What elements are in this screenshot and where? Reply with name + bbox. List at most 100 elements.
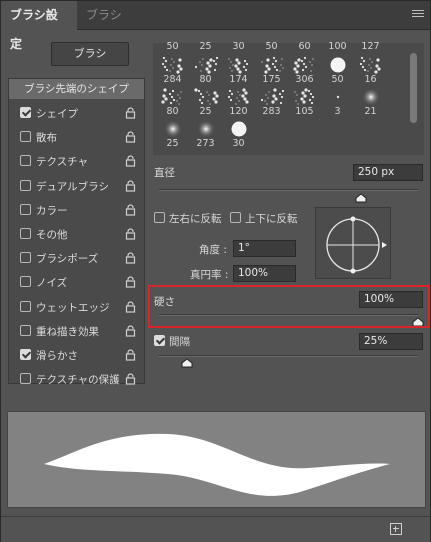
diameter-slider-knob[interactable] <box>355 193 367 203</box>
lock-icon[interactable] <box>125 276 136 288</box>
brush-preset[interactable]: 50 <box>321 50 354 85</box>
splatter-brush-icon <box>294 88 315 105</box>
lock-icon[interactable] <box>125 155 136 167</box>
brushes-button[interactable]: ブラシ <box>51 42 129 66</box>
preset-size: 283 <box>262 106 281 117</box>
diameter-field[interactable]: 250 px <box>353 164 423 181</box>
option-checkbox[interactable] <box>20 203 31 215</box>
splatter-brush-icon <box>359 56 381 74</box>
brush-stroke-preview <box>7 411 426 508</box>
lock-icon[interactable] <box>125 349 136 361</box>
option-label: 重ね描き効果 <box>36 325 99 338</box>
brush-option-item[interactable]: シェイプ <box>9 101 144 125</box>
option-checkbox[interactable] <box>20 300 31 312</box>
lock-icon[interactable] <box>125 252 136 264</box>
brush-option-item[interactable]: デュアルブラシ <box>9 174 144 198</box>
lock-icon[interactable] <box>125 373 136 385</box>
brush-settings-panel: ブラシ設定 ブラシ ブラシ ブラシ先端のシェイプ シェイプ散布 テクスチャデュアル… <box>0 0 431 542</box>
soft-round-brush-icon <box>362 88 380 106</box>
splatter-brush-icon <box>261 56 284 74</box>
presets-scrollbar[interactable] <box>410 53 417 123</box>
brush-presets-grid: 50 25 30 50 60 100 127 284 80 174 175 306 50 16 80 25 12… <box>153 41 424 155</box>
hard-round-brush-icon <box>231 121 247 137</box>
flip-y-checkbox[interactable] <box>230 212 241 223</box>
option-label: シェイプ <box>36 108 78 120</box>
option-checkbox[interactable] <box>20 155 31 167</box>
panel-menu-icon[interactable] <box>412 10 424 20</box>
preset-size: 3 <box>334 106 341 117</box>
lock-icon[interactable] <box>125 228 136 240</box>
brush-options-list: ブラシ先端のシェイプ シェイプ散布 テクスチャデュアルブラシカラー その他 ブラシポー… <box>8 78 145 386</box>
soft-round-brush-icon <box>197 120 215 138</box>
option-checkbox[interactable] <box>20 107 31 118</box>
brush-option-item[interactable]: ノイズ <box>9 270 144 294</box>
lock-icon[interactable] <box>125 131 136 143</box>
brush-preset[interactable]: 80 <box>189 50 222 85</box>
roundness-field[interactable]: 100% <box>233 265 296 282</box>
brush-preset[interactable]: 16 <box>354 50 387 85</box>
brush-option-item[interactable]: カラー <box>9 198 144 222</box>
brush-option-item[interactable]: その他 <box>9 222 144 246</box>
spacing-field[interactable]: 25% <box>359 333 423 350</box>
brush-preset[interactable]: 284 <box>156 50 189 85</box>
spacing-checkbox[interactable] <box>154 335 165 346</box>
angle-field[interactable]: 1° <box>233 240 296 257</box>
brush-preset[interactable]: 174 <box>222 50 255 85</box>
option-label: テクスチャの保護 <box>36 374 120 387</box>
option-label: デュアルブラシ <box>36 180 109 193</box>
option-checkbox[interactable] <box>20 276 31 288</box>
lock-icon[interactable] <box>125 325 136 337</box>
option-checkbox[interactable] <box>20 252 31 264</box>
brush-preset[interactable]: 25 <box>156 114 189 149</box>
brush-preset[interactable]: 120 <box>222 82 255 117</box>
splatter-brush-icon <box>260 88 285 105</box>
brush-option-item[interactable]: 重ね描き効果 <box>9 319 144 343</box>
splatter-brush-icon <box>293 56 314 74</box>
flip-x-checkbox[interactable] <box>154 212 165 223</box>
brush-preset[interactable]: 3 <box>321 82 354 117</box>
option-label: 滑らかさ <box>36 350 78 362</box>
brush-option-item[interactable]: テクスチャの保護 <box>9 367 144 391</box>
brush-tip-shape-item[interactable]: ブラシ先端のシェイプ <box>9 79 144 99</box>
new-brush-icon[interactable] <box>390 523 402 535</box>
brush-option-item[interactable]: テクスチャ <box>9 149 144 173</box>
option-checkbox[interactable] <box>20 324 31 336</box>
option-checkbox[interactable] <box>20 179 31 191</box>
angle-roundness-widget[interactable] <box>315 207 391 279</box>
brush-preset[interactable]: 105 <box>288 82 321 117</box>
preset-size: 25 <box>166 138 179 149</box>
lock-icon[interactable] <box>125 180 136 192</box>
lock-icon[interactable] <box>125 107 136 119</box>
option-checkbox[interactable] <box>20 131 31 143</box>
brush-preset[interactable]: 175 <box>255 50 288 85</box>
splatter-brush-icon <box>161 88 182 105</box>
brush-option-item[interactable]: 滑らかさ <box>9 343 144 367</box>
brush-preset[interactable]: 80 <box>156 82 189 117</box>
lock-icon[interactable] <box>125 204 136 216</box>
brush-option-item[interactable]: 散布 <box>9 125 144 149</box>
option-checkbox[interactable] <box>20 373 31 385</box>
spacing-slider-track[interactable] <box>159 355 418 357</box>
option-checkbox[interactable] <box>20 228 31 239</box>
option-checkbox[interactable] <box>20 349 31 360</box>
brush-preset[interactable]: 25 <box>189 82 222 117</box>
small-dot-brush-icon <box>336 95 340 99</box>
tab-brushes[interactable]: ブラシ <box>77 1 131 30</box>
splatter-brush-icon <box>228 58 249 74</box>
brush-preset[interactable]: 30 <box>222 114 255 149</box>
spacing-slider-knob[interactable] <box>181 358 193 368</box>
preset-size: 105 <box>295 106 314 117</box>
hard-round-brush-icon <box>330 57 346 73</box>
brush-preset[interactable]: 21 <box>354 82 387 117</box>
lock-icon[interactable] <box>125 301 136 313</box>
brush-preset[interactable]: 283 <box>255 82 288 117</box>
tab-brush-settings[interactable]: ブラシ設定 <box>1 1 77 51</box>
brush-preset[interactable]: 273 <box>189 114 222 149</box>
splatter-brush-icon <box>194 56 219 74</box>
brush-option-item[interactable]: ブラシポーズ <box>9 246 144 270</box>
brush-preset[interactable]: 306 <box>288 50 321 85</box>
tab-bar: ブラシ設定 ブラシ <box>1 1 430 51</box>
splatter-brush-icon <box>227 88 249 105</box>
brush-option-item[interactable]: ウェットエッジ <box>9 295 144 319</box>
diameter-slider-track[interactable] <box>159 189 418 191</box>
